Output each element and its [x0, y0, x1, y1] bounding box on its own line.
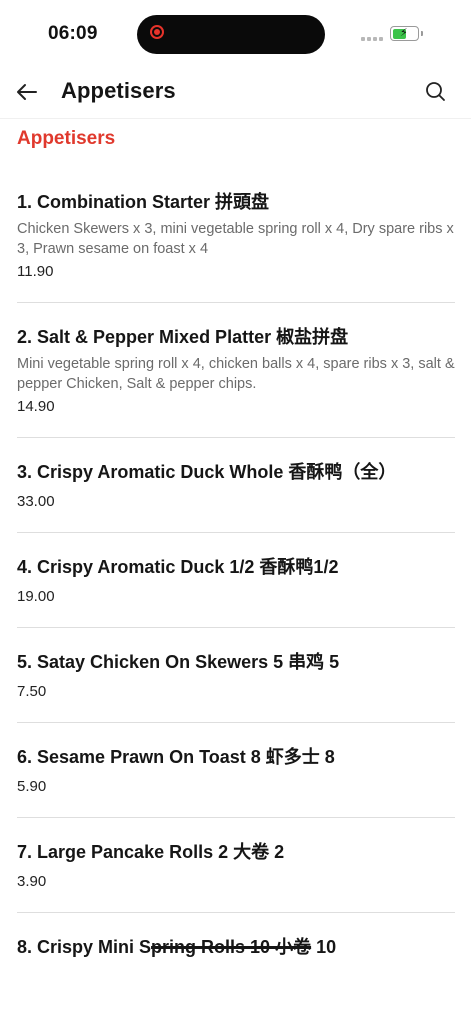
- item-description: Mini vegetable spring roll x 4, chicken …: [17, 356, 455, 392]
- item-name: 5. Satay Chicken On Skewers 5 串鸡 5: [17, 652, 340, 672]
- item-price: 33.00: [17, 493, 55, 510]
- battery-charging-icon: ⚡: [390, 26, 419, 41]
- item-name-struck: pring Rolls 10 小卷: [151, 937, 312, 957]
- item-price: 7.50: [17, 683, 47, 700]
- search-button[interactable]: [422, 78, 450, 106]
- menu-item[interactable]: 8. Crispy Mini Spring Rolls 10 小卷 10: [17, 913, 455, 979]
- status-bar: 06:09 ⚡: [0, 0, 471, 68]
- item-description: Chicken Skewers x 3, mini vegetable spri…: [17, 221, 454, 257]
- battery-cap: [421, 31, 423, 36]
- item-price: 3.90: [17, 873, 47, 890]
- menu-item[interactable]: 5. Satay Chicken On Skewers 5 串鸡 5 7.50: [17, 628, 455, 723]
- item-name-prefix: 8. Crispy Mini S: [17, 937, 152, 957]
- menu-item[interactable]: 7. Large Pancake Rolls 2 大卷 2 3.90: [17, 818, 455, 913]
- item-name-suffix: 10: [311, 937, 337, 957]
- item-price: 19.00: [17, 588, 55, 605]
- item-name: 2. Salt & Pepper Mixed Platter 椒盐拼盘: [17, 327, 349, 347]
- item-price: 11.90: [17, 263, 54, 280]
- app-bar: Appetisers: [0, 68, 471, 119]
- menu-item[interactable]: 1. Combination Starter 拼頭盘 Chicken Skewe…: [17, 168, 455, 303]
- item-name: 6. Sesame Prawn On Toast 8 虾多士 8: [17, 747, 335, 767]
- section-title: Appetisers: [17, 128, 116, 149]
- menu-item[interactable]: 6. Sesame Prawn On Toast 8 虾多士 8 5.90: [17, 723, 455, 818]
- menu-item[interactable]: 2. Salt & Pepper Mixed Platter 椒盐拼盘 Mini…: [17, 303, 455, 438]
- search-icon: [426, 82, 445, 101]
- record-icon: [150, 25, 164, 39]
- menu-item[interactable]: 4. Crispy Aromatic Duck 1/2 香酥鸭1/2 19.00: [17, 533, 455, 628]
- menu-item[interactable]: 3. Crispy Aromatic Duck Whole 香酥鸭（全） 33.…: [17, 438, 455, 533]
- item-name: 7. Large Pancake Rolls 2 大卷 2: [17, 842, 285, 862]
- signal-icon: [361, 37, 383, 41]
- item-name: 1. Combination Starter 拼頭盘: [17, 192, 270, 212]
- item-name: 4. Crispy Aromatic Duck 1/2 香酥鸭1/2: [17, 557, 339, 577]
- item-name: 8. Crispy Mini Spring Rolls 10 小卷 10: [17, 935, 455, 959]
- page-title: Appetisers: [61, 78, 176, 103]
- item-price: 14.90: [17, 398, 55, 415]
- menu-list: 1. Combination Starter 拼頭盘 Chicken Skewe…: [17, 168, 455, 979]
- arrow-left-icon: [17, 84, 37, 100]
- back-button[interactable]: [14, 78, 42, 106]
- status-time: 06:09: [48, 23, 98, 44]
- item-price: 5.90: [17, 778, 47, 795]
- dynamic-island: [137, 15, 325, 54]
- item-name: 3. Crispy Aromatic Duck Whole 香酥鸭（全）: [17, 462, 397, 482]
